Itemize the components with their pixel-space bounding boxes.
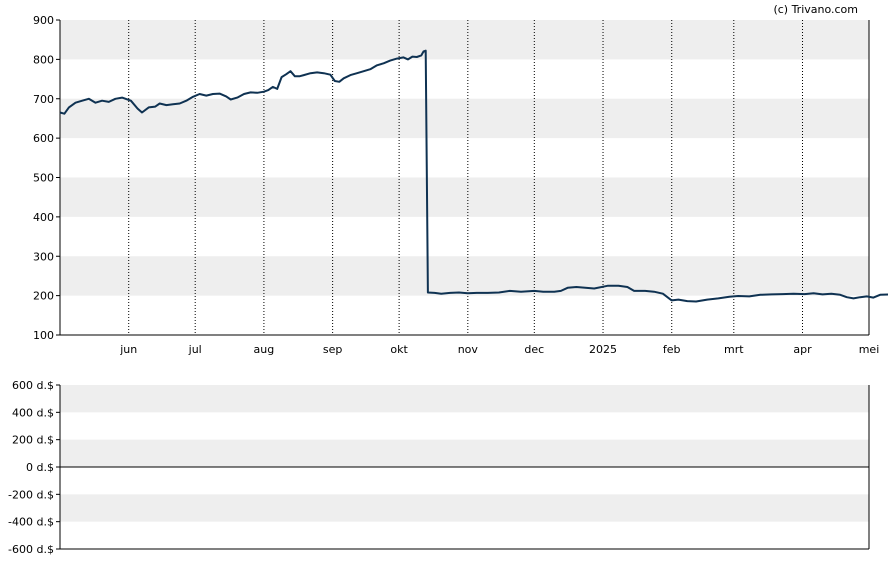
price-band [60,177,869,217]
price-y-tick-label: 200 [33,290,54,303]
x-tick-label: feb [663,343,681,356]
volume-y-tick-label: 600 d.$ [12,379,54,392]
price-band [60,20,869,60]
x-tick-label: dec [524,343,544,356]
volume-y-tick-label: 0 d.$ [26,461,54,474]
price-y-tick-label: 600 [33,132,54,145]
chart-canvas: 100 200 300 400 500 600 700 800 900 jun jul aug sep… [8,3,888,556]
price-y-tick-label: 500 [33,172,54,185]
x-tick-label: mrt [724,343,744,356]
x-tick-label: sep [323,343,342,356]
volume-y-tick-label: -600 d.$ [8,543,54,556]
price-y-tick-label: 400 [33,211,54,224]
volume-y-tick-label: 200 d.$ [12,434,54,447]
volume-y-tick-label: -200 d.$ [8,488,54,501]
price-panel-bands [60,20,869,296]
x-tick-label: aug [254,343,275,356]
x-tick-label: okt [390,343,408,356]
price-y-tick-labels: 100 200 300 400 500 600 700 800 900 [33,14,60,342]
volume-band [60,494,869,522]
volume-panel-bands [60,385,869,522]
price-band [60,98,869,139]
x-tick-label: mei [859,343,880,356]
x-tick-label: jun [119,343,137,356]
x-tick-label: 2025 [589,343,617,356]
credit-label: (c) Trivano.com [773,3,858,16]
x-tick-label: nov [458,343,479,356]
price-y-tick-label: 700 [33,93,54,106]
volume-band [60,385,869,413]
volume-band [60,439,869,467]
x-tick-label: jul [188,343,202,356]
price-y-tick-label: 300 [33,250,54,263]
price-y-tick-label: 100 [33,329,54,342]
price-y-tick-label: 900 [33,14,54,27]
volume-y-tick-labels: 600 d.$ 400 d.$ 200 d.$ 0 d.$ -200 d.$ -400 d… [8,379,60,556]
volume-y-tick-label: 400 d.$ [12,406,54,419]
x-tick-label: apr [793,343,812,356]
price-y-tick-label: 800 [33,53,54,66]
x-tick-labels: jun jul aug sep okt nov dec 2025 feb mrt apr mei [119,343,879,356]
volume-y-tick-label: -400 d.$ [8,516,54,529]
price-band [60,256,869,296]
